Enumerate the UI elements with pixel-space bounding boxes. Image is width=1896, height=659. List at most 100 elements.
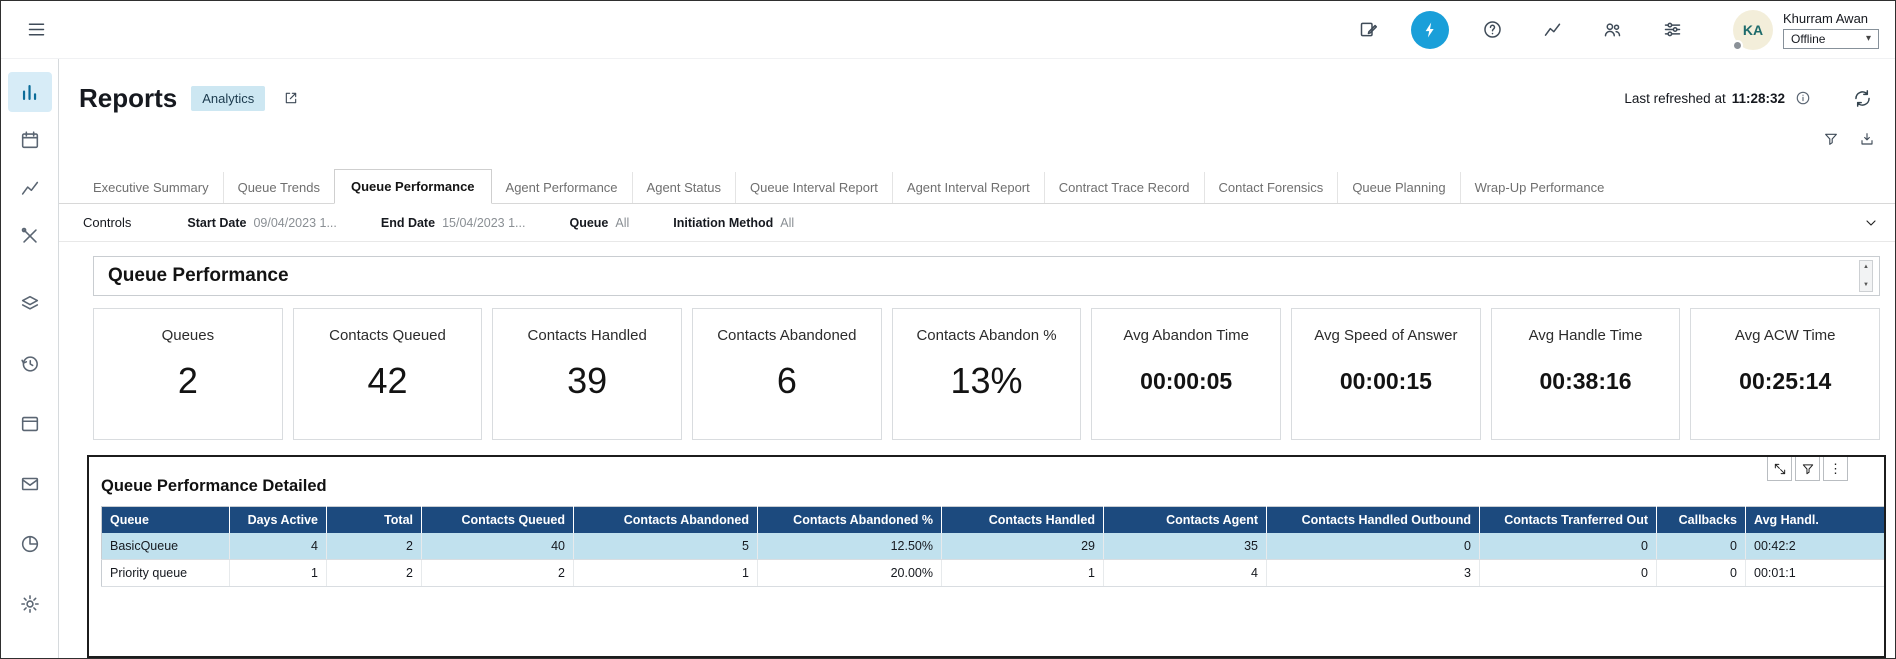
tab-agent-performance[interactable]: Agent Performance xyxy=(492,172,632,203)
calendar-icon xyxy=(19,129,41,151)
column-header[interactable]: Contacts Agent xyxy=(1104,507,1267,534)
sidebar xyxy=(1,59,59,658)
notes-button[interactable] xyxy=(1351,13,1385,47)
gear-icon xyxy=(19,593,41,615)
page-title: Reports xyxy=(79,83,177,114)
sidebar-item-tools[interactable] xyxy=(8,216,52,256)
section-scrollbar[interactable]: ▲ ▼ xyxy=(1859,260,1873,292)
section-title: Queue Performance xyxy=(108,265,1859,287)
sliders-icon xyxy=(1662,19,1683,40)
kpi-card-contacts-queued: Contacts Queued 42 xyxy=(293,308,483,440)
app-window: KA Khurram Awan Offline ▾ xyxy=(0,0,1896,659)
tab-queue-performance[interactable]: Queue Performance xyxy=(334,169,492,204)
sidebar-item-routing[interactable] xyxy=(8,284,52,324)
sidebar-item-mail[interactable] xyxy=(8,464,52,504)
topbar-actions: KA Khurram Awan Offline ▾ xyxy=(1351,10,1879,50)
sidebar-item-metrics[interactable] xyxy=(8,168,52,208)
avatar[interactable]: KA xyxy=(1733,10,1773,50)
user-name: Khurram Awan xyxy=(1783,11,1879,26)
column-header[interactable]: Contacts Queued xyxy=(422,507,574,534)
sidebar-item-settings[interactable] xyxy=(8,584,52,624)
queue-performance-table: Queue Days Active Total Contacts Queued … xyxy=(101,506,1886,587)
sidebar-item-reports[interactable] xyxy=(8,72,52,112)
column-header[interactable]: Days Active xyxy=(230,507,327,534)
line-chart-icon xyxy=(1542,19,1563,40)
bar-chart-icon xyxy=(19,81,41,103)
layers-icon xyxy=(19,293,41,315)
settings-sliders-button[interactable] xyxy=(1655,13,1689,47)
control-end-date[interactable]: End Date 15/04/2023 1... xyxy=(381,216,526,230)
analytics-badge: Analytics xyxy=(191,86,265,111)
panel-actions: ⋮ xyxy=(1767,456,1848,481)
controls-collapse-button[interactable] xyxy=(1859,211,1883,235)
hamburger-menu-button[interactable] xyxy=(19,13,53,47)
control-start-date[interactable]: Start Date 09/04/2023 1... xyxy=(187,216,336,230)
tab-queue-planning[interactable]: Queue Planning xyxy=(1337,172,1459,203)
sidebar-item-analytics[interactable] xyxy=(8,524,52,564)
main-content: Reports Analytics Last refreshed at 11:2… xyxy=(59,59,1895,658)
user-meta: Khurram Awan Offline ▾ xyxy=(1783,11,1879,49)
report-tabs: Executive Summary Queue Trends Queue Per… xyxy=(59,169,1895,204)
topbar: KA Khurram Awan Offline ▾ xyxy=(1,1,1895,59)
export-button[interactable] xyxy=(1855,127,1879,151)
kpi-card-contacts-abandon-pct: Contacts Abandon % 13% xyxy=(892,308,1082,440)
scroll-up-icon: ▲ xyxy=(1863,264,1869,270)
tools-icon xyxy=(19,225,41,247)
lightning-bolt-icon xyxy=(1420,20,1440,40)
panel-filter-button[interactable] xyxy=(1795,456,1820,481)
kpi-card-queues: Queues 2 xyxy=(93,308,283,440)
quick-icons xyxy=(59,115,1895,151)
expand-panel-button[interactable] xyxy=(1767,456,1792,481)
help-button[interactable] xyxy=(1475,13,1509,47)
column-header[interactable]: Total xyxy=(327,507,422,534)
kpi-card-avg-speed-of-answer: Avg Speed of Answer 00:00:15 xyxy=(1291,308,1481,440)
hamburger-icon xyxy=(26,19,47,40)
avatar-initials: KA xyxy=(1743,22,1763,38)
people-icon xyxy=(1602,19,1623,40)
column-header[interactable]: Contacts Tranferred Out xyxy=(1480,507,1657,534)
controls-bar: Controls Start Date 09/04/2023 1... End … xyxy=(59,204,1895,242)
table-row-basicqueue[interactable]: BasicQueue 4 2 40 5 12.50% 29 35 0 0 0 0… xyxy=(102,533,1887,560)
column-header[interactable]: Callbacks xyxy=(1657,507,1746,534)
info-icon[interactable] xyxy=(1791,86,1815,110)
column-header[interactable]: Contacts Abandoned xyxy=(574,507,758,534)
tab-agent-interval-report[interactable]: Agent Interval Report xyxy=(892,172,1044,203)
tab-executive-summary[interactable]: Executive Summary xyxy=(79,172,223,203)
tab-wrap-up-performance[interactable]: Wrap-Up Performance xyxy=(1460,172,1619,203)
section-bar: Queue Performance ▲ ▼ xyxy=(93,256,1880,296)
refresh-button[interactable] xyxy=(1845,81,1879,115)
sidebar-item-history[interactable] xyxy=(8,344,52,384)
panel-title: Queue Performance Detailed xyxy=(101,477,1872,496)
panel-menu-button[interactable]: ⋮ xyxy=(1823,456,1848,481)
sidebar-item-flows[interactable] xyxy=(8,404,52,444)
scroll-down-icon: ▼ xyxy=(1863,282,1869,288)
kpi-card-contacts-handled: Contacts Handled 39 xyxy=(492,308,682,440)
column-header[interactable]: Avg Handl. xyxy=(1746,507,1887,534)
open-in-new-window-button[interactable] xyxy=(279,86,303,110)
tab-queue-trends[interactable]: Queue Trends xyxy=(223,172,334,203)
tab-agent-status[interactable]: Agent Status xyxy=(632,172,735,203)
tab-queue-interval-report[interactable]: Queue Interval Report xyxy=(735,172,892,203)
table-row-priority-queue[interactable]: Priority queue 1 2 2 1 20.00% 1 4 3 0 0 … xyxy=(102,560,1887,587)
status-select[interactable]: Offline ▾ xyxy=(1783,29,1879,49)
external-link-icon xyxy=(283,90,299,106)
history-icon xyxy=(19,353,41,375)
filter-button[interactable] xyxy=(1819,127,1843,151)
metrics-button[interactable] xyxy=(1535,13,1569,47)
controls-label: Controls xyxy=(83,215,131,230)
column-header[interactable]: Contacts Handled xyxy=(942,507,1104,534)
column-header[interactable]: Contacts Abandoned % xyxy=(758,507,942,534)
realtime-analytics-button[interactable] xyxy=(1411,11,1449,49)
export-download-icon xyxy=(1859,131,1875,147)
envelope-icon xyxy=(19,473,41,495)
tab-contract-trace-record[interactable]: Contract Trace Record xyxy=(1044,172,1204,203)
sidebar-item-calendar[interactable] xyxy=(8,120,52,160)
refresh-icon xyxy=(1852,88,1873,109)
users-button[interactable] xyxy=(1595,13,1629,47)
control-queue[interactable]: Queue All xyxy=(569,216,629,230)
question-circle-icon xyxy=(1482,19,1503,40)
column-header[interactable]: Queue xyxy=(102,507,230,534)
tab-contact-forensics[interactable]: Contact Forensics xyxy=(1204,172,1338,203)
control-initiation-method[interactable]: Initiation Method All xyxy=(673,216,794,230)
column-header[interactable]: Contacts Handled Outbound xyxy=(1267,507,1480,534)
